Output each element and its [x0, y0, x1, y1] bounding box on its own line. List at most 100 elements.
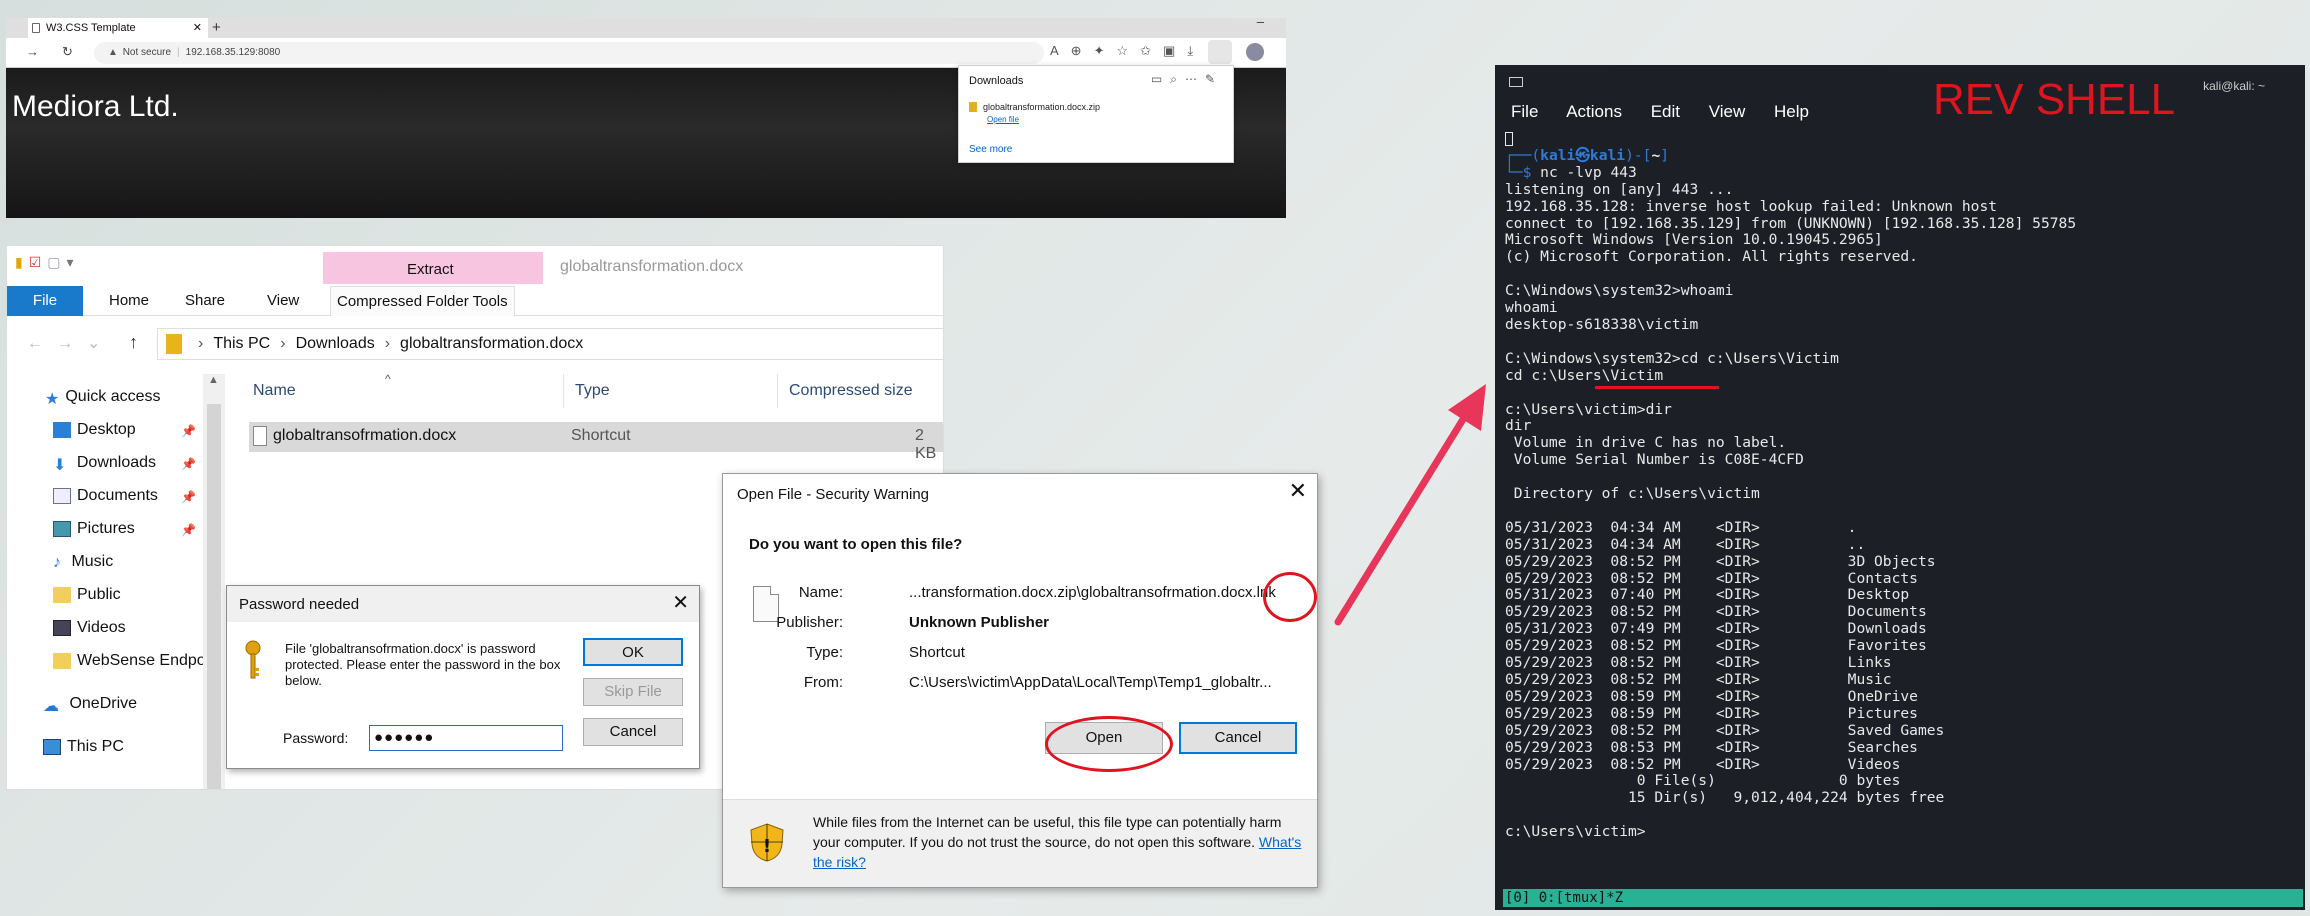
- see-more-link[interactable]: See more: [969, 144, 1012, 155]
- column-type[interactable]: Type: [575, 382, 610, 400]
- download-icon[interactable]: ⤓: [1187, 43, 1205, 58]
- customize-icon[interactable]: ▾: [67, 254, 74, 271]
- desktop-icon: [53, 421, 71, 438]
- pin-icon[interactable]: 📌: [181, 490, 196, 504]
- scroll-up-icon[interactable]: ▲: [208, 374, 219, 386]
- up-icon[interactable]: ↑: [129, 332, 138, 353]
- extract-context-tab[interactable]: Extract: [323, 252, 543, 284]
- read-aloud-icon[interactable]: A: [1050, 43, 1071, 58]
- forward-icon[interactable]: →: [26, 44, 39, 59]
- breadcrumb-current[interactable]: globaltransformation.docx: [400, 335, 583, 352]
- star-icon: ★: [45, 390, 60, 408]
- collections-icon[interactable]: ▣: [1163, 43, 1187, 58]
- tab-close-icon[interactable]: ✕: [193, 18, 202, 38]
- cancel-button[interactable]: Cancel: [583, 718, 683, 746]
- row-type: Shortcut: [571, 427, 631, 444]
- column-compressed-size[interactable]: Compressed size: [789, 382, 913, 400]
- nav-music[interactable]: ♪ Music: [53, 553, 113, 571]
- new-tab-button[interactable]: +: [212, 18, 221, 38]
- nav-desktop[interactable]: Desktop: [53, 421, 136, 439]
- scroll-thumb[interactable]: [207, 404, 221, 789]
- publisher-value: Unknown Publisher: [909, 614, 1050, 631]
- breadcrumb-downloads[interactable]: Downloads: [296, 335, 375, 352]
- footer-text: While files from the Internet can be use…: [813, 814, 1282, 850]
- close-icon[interactable]: ✕: [1289, 478, 1307, 504]
- skip-file-button[interactable]: Skip File: [583, 678, 683, 706]
- zip-folder-icon: [166, 333, 182, 354]
- dialog-footer: ! While files from the Internet can be u…: [723, 799, 1317, 887]
- nav-quick-access[interactable]: ★ Quick access: [45, 388, 160, 408]
- videos-icon: [53, 619, 71, 636]
- address-bar[interactable]: ▲ Not secure | 192.168.35.129:8080: [94, 42, 1044, 64]
- profile-avatar[interactable]: [1246, 43, 1264, 61]
- extension-icon[interactable]: ✦: [1094, 43, 1117, 58]
- breadcrumb-this-pc[interactable]: This PC: [213, 335, 270, 352]
- pin-icon[interactable]: 📌: [181, 424, 196, 438]
- menu-edit[interactable]: Edit: [1651, 102, 1680, 121]
- nav-scrollbar[interactable]: ▲: [203, 374, 225, 789]
- dialog-title: Open File - Security Warning: [737, 486, 930, 503]
- navigation-pane: ★ Quick access Desktop 📌 ⬇ Downloads 📌 Do…: [7, 374, 206, 789]
- browser-tab[interactable]: W3.CSS Template ✕: [28, 18, 208, 38]
- properties-icon[interactable]: ☑: [29, 254, 42, 271]
- favorite-icon[interactable]: ☆: [1116, 43, 1140, 58]
- nav-public[interactable]: Public: [53, 586, 121, 604]
- folder-icon[interactable]: ▭: [1151, 72, 1170, 86]
- nav-label: Pictures: [77, 520, 135, 537]
- tab-home[interactable]: Home: [103, 286, 155, 316]
- downloads-actions: ▭⌕⋯✎: [1151, 72, 1223, 87]
- terminal-menu: File Actions Edit View Help: [1511, 102, 1823, 122]
- download-item[interactable]: globaltransformation.docx.zip: [969, 102, 1100, 112]
- pin-icon[interactable]: ✎: [1205, 72, 1223, 86]
- cancel-button[interactable]: Cancel: [1179, 722, 1297, 754]
- more-icon[interactable]: ⋯: [1185, 72, 1205, 86]
- menu-help[interactable]: Help: [1774, 102, 1809, 121]
- nav-label: Documents: [77, 487, 158, 504]
- pin-icon[interactable]: 📌: [181, 457, 196, 471]
- refresh-icon[interactable]: ↻: [62, 44, 73, 60]
- password-dialog: Password needed ✕ File 'globaltransofrma…: [226, 585, 700, 769]
- search-icon[interactable]: ⌕: [1170, 72, 1185, 86]
- open-file-link[interactable]: Open file: [987, 115, 1019, 124]
- close-icon[interactable]: ✕: [672, 590, 689, 615]
- nav-videos[interactable]: Videos: [53, 619, 126, 637]
- recent-icon[interactable]: ⌄: [87, 335, 114, 352]
- tab-share[interactable]: Share: [179, 286, 231, 316]
- type-value: Shortcut: [909, 644, 965, 661]
- terminal-output[interactable]: ┌──(kali㉿kali)-[~] └─$ nc -lvp 443 liste…: [1505, 131, 2076, 841]
- password-label: Password:: [283, 730, 349, 746]
- back-icon[interactable]: ←: [27, 335, 57, 352]
- nav-websense[interactable]: WebSense Endpo: [53, 652, 206, 670]
- tab-compressed-folder-tools[interactable]: Compressed Folder Tools: [330, 286, 515, 316]
- column-name[interactable]: Name: [253, 382, 296, 400]
- ok-button[interactable]: OK: [583, 638, 683, 666]
- nav-arrows: ←→⌄: [27, 333, 114, 353]
- prompt-user: kali: [1540, 146, 1576, 164]
- menu-actions[interactable]: Actions: [1566, 102, 1622, 121]
- nav-pictures[interactable]: Pictures: [53, 520, 135, 538]
- nav-this-pc[interactable]: This PC: [43, 738, 124, 756]
- documents-icon: [53, 487, 71, 504]
- zoom-icon[interactable]: ⊕: [1071, 43, 1094, 58]
- download-arrow-icon: ⬇: [53, 456, 67, 474]
- tab-file[interactable]: File: [7, 286, 83, 316]
- table-row[interactable]: globaltransofrmation.docx Shortcut 2 KB: [249, 422, 943, 462]
- nav-onedrive[interactable]: ☁ OneDrive: [43, 695, 137, 715]
- password-input[interactable]: ●●●●●●: [369, 725, 563, 751]
- favorites-icon[interactable]: ✩: [1140, 43, 1163, 58]
- new-folder-icon[interactable]: ▢: [47, 254, 60, 271]
- nav-downloads[interactable]: ⬇ Downloads: [53, 454, 156, 474]
- folder-icon[interactable]: ▮: [15, 254, 23, 271]
- pin-icon[interactable]: 📌: [181, 523, 196, 537]
- menu-file[interactable]: File: [1511, 102, 1538, 121]
- from-label: From:: [803, 674, 843, 691]
- forward-icon[interactable]: →: [57, 335, 87, 352]
- breadcrumb[interactable]: › This PC › Downloads › globaltransformation.…: [157, 328, 943, 360]
- download-file-name: globaltransformation.docx.zip: [983, 102, 1101, 112]
- minimize-button[interactable]: –: [1257, 18, 1264, 29]
- nav-documents[interactable]: Documents: [53, 487, 158, 505]
- zip-file-icon: [969, 102, 977, 112]
- quick-access-toolbar: ▮ ☑ ▢ ▾: [15, 254, 80, 271]
- tab-view[interactable]: View: [261, 286, 305, 316]
- menu-view[interactable]: View: [1709, 102, 1746, 121]
